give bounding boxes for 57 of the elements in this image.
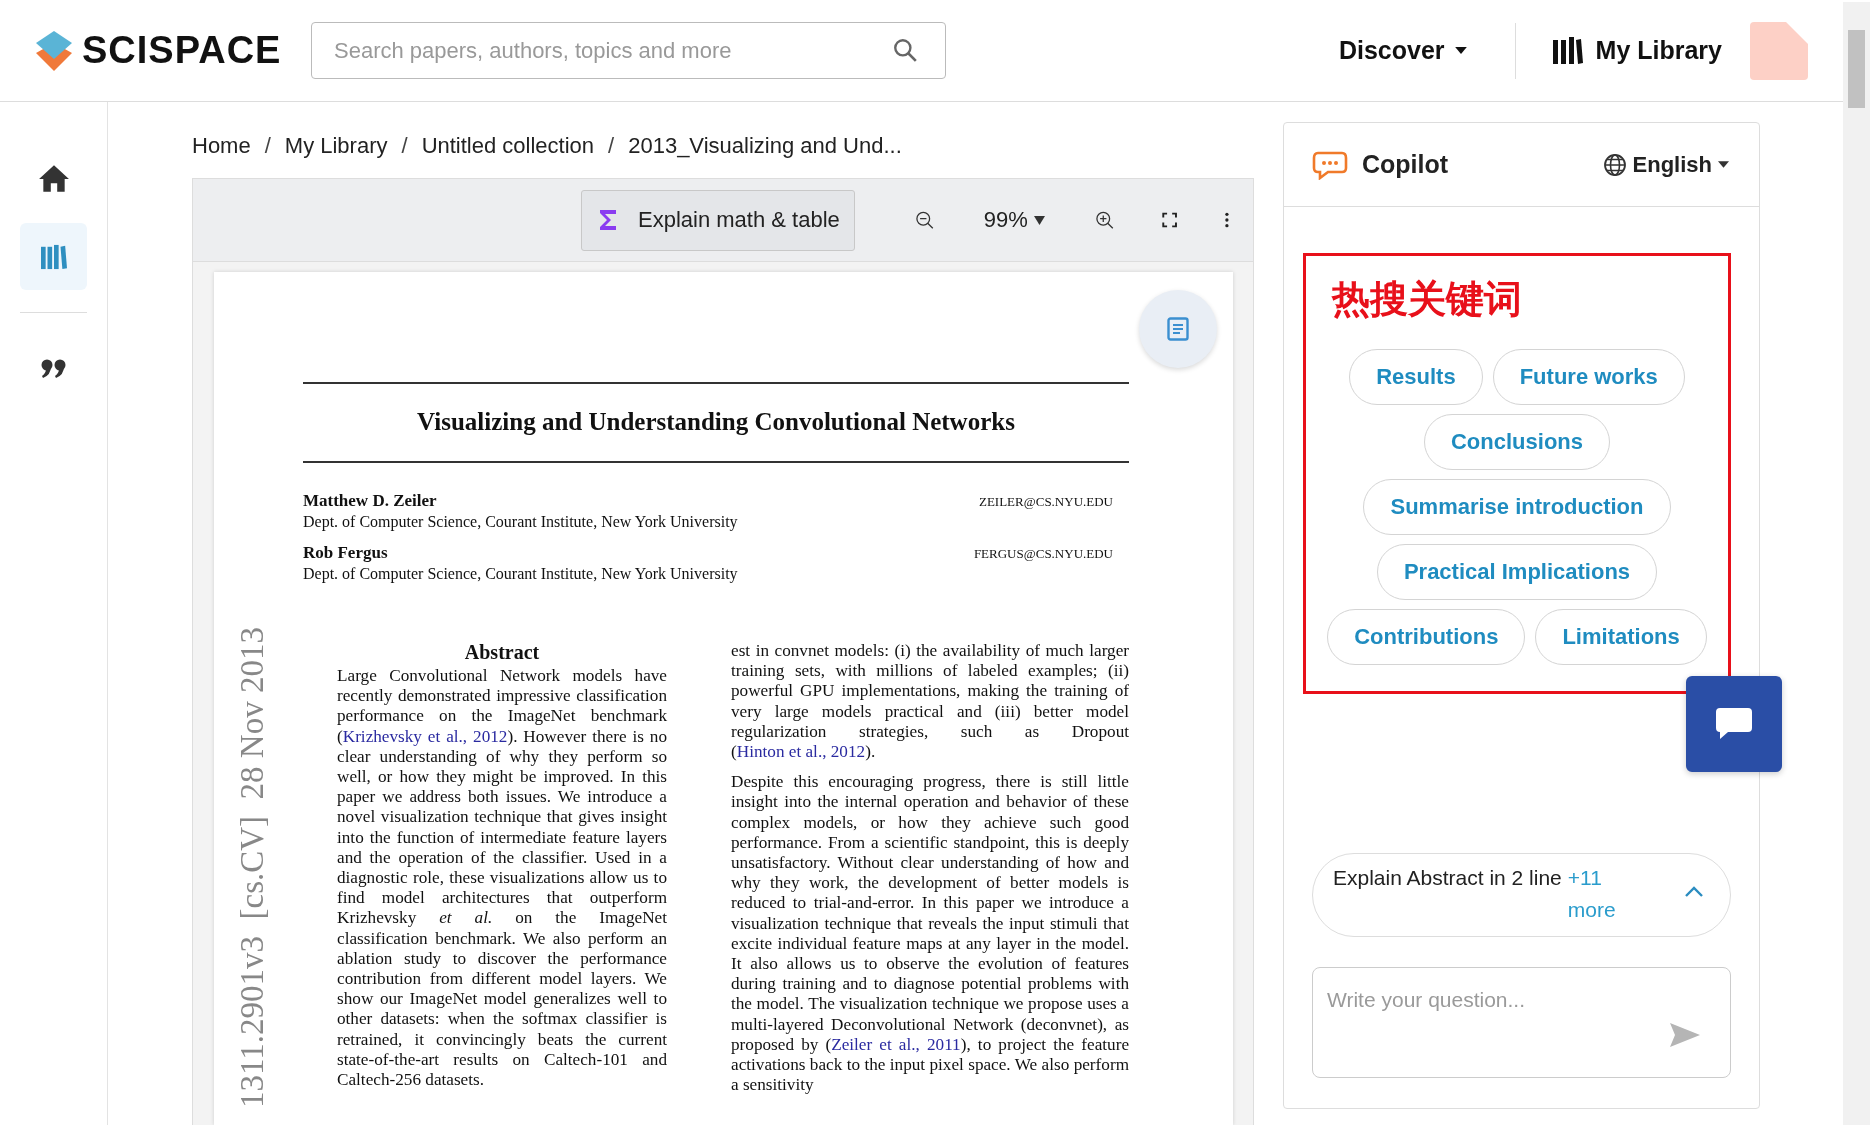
quote-icon bbox=[40, 358, 67, 379]
books-icon bbox=[39, 243, 68, 270]
question-field[interactable]: Write your question... bbox=[1312, 967, 1731, 1078]
author-name: Rob Fergus bbox=[303, 543, 388, 563]
paper-paragraph: Despite this encouraging progress, there is still little insight into the internal operation and behavior of these complex models, or how they achieve such good performance. From a scientific standpoint, this is deeply unsatisfactory. Without clear understanding of how and why they work, the development of better models is reduced to trial-and-error. In this paper we introduce a visualization technique that reveals the input stimuli that excite individual feature maps at any layer in the model. It also allows us to observe the evolution of features during training and to diagnose potential problems with the model. The visualization technique we propose uses a multi-layered Deconvolutional Network (deconvnet), as proposed by (Zeiler et al., 2011), to project the feature activations back to the input pixel space. We also perform a sensitivity bbox=[731, 772, 1129, 1096]
breadcrumb-link[interactable]: Home bbox=[192, 133, 251, 159]
citation-link[interactable]: Zeiler et al., 2011 bbox=[831, 1034, 961, 1054]
scrollbar[interactable] bbox=[1843, 2, 1870, 1125]
citation-link[interactable]: Hinton et al., 2012 bbox=[736, 742, 866, 761]
breadcrumb-link[interactable]: 2013_Visualizing and Und... bbox=[628, 133, 902, 159]
citation-link[interactable]: Krizhevsky et al., 2012 bbox=[342, 726, 508, 746]
breadcrumb-separator: / bbox=[401, 133, 408, 159]
author-affiliation: Dept. of Computer Science, Courant Institute, New York University bbox=[303, 565, 739, 583]
search-field[interactable]: Search papers, authors, topics and more bbox=[311, 22, 946, 79]
zoom-dropdown[interactable]: 99% bbox=[977, 206, 1051, 234]
document-icon bbox=[1167, 317, 1189, 341]
author-email: FERGUS@CS.NYU.EDU bbox=[973, 546, 1113, 562]
caret-icon bbox=[1033, 215, 1045, 225]
keyword-chip[interactable]: Future works bbox=[1492, 349, 1685, 405]
search-icon[interactable] bbox=[892, 37, 918, 63]
breadcrumb-separator: / bbox=[264, 133, 271, 159]
speech-bubble-icon bbox=[1312, 149, 1348, 180]
annotation-label: 热搜关键词 bbox=[1330, 276, 1523, 323]
books-icon[interactable] bbox=[1551, 35, 1584, 66]
abstract-heading: Abstract bbox=[463, 641, 541, 664]
language-dropdown[interactable]: English bbox=[1596, 150, 1735, 179]
keyword-chip[interactable]: Summarise introduction bbox=[1363, 479, 1671, 535]
paper-paragraph: Large Convolutional Network models have recently demonstrated impressive classification performance on the ImageNet benchmark (Krizhevsky et al., 2012). However there is no clear understanding of why they perform so well, or how they might be improved. In this paper we address both issues. We introduce a novel visualization technique that gives insight into the function of intermediate feature layers and the operation of the classifier. Used in a diagnostic role, these visualizations allow us to find model architectures that outperform Krizhevsky et al. on the ImageNet classification benchmark. We also perform an ablation study to discover the performance contribution from different model layers. We show our ImageNet model generalizes well to other datasets: when the softmax classifier is retrained, it convincingly beats the current state-of-the-art results on Caltech-101 and Caltech-256 datasets. bbox=[337, 666, 667, 1091]
author-name: Matthew D. Zeiler bbox=[303, 491, 437, 511]
logo-text[interactable]: SCISPACE bbox=[82, 29, 282, 72]
logo-icon bbox=[34, 28, 74, 73]
breadcrumb-link[interactable]: Untitled collection bbox=[421, 133, 595, 159]
breadcrumb-separator: / bbox=[608, 133, 615, 159]
arxiv-label: 1311.2901v3 [cs.CV] 28 Nov 2013 bbox=[234, 627, 271, 1110]
author-email: ZEILER@CS.NYU.EDU bbox=[978, 494, 1113, 510]
globe-icon bbox=[1602, 152, 1627, 177]
keyword-chip[interactable]: Practical Implications bbox=[1376, 544, 1658, 600]
discover-menu[interactable]: Discover bbox=[1334, 32, 1471, 69]
explain-button[interactable]: Explain math & table bbox=[581, 189, 855, 251]
breadcrumb-link[interactable]: My Library bbox=[284, 133, 388, 159]
my-library-link[interactable]: My Library bbox=[1595, 36, 1722, 65]
paper-title: Visualizing and Understanding Convolutional Networks bbox=[416, 407, 1016, 437]
chevron-icon[interactable] bbox=[1684, 886, 1704, 898]
suggestion-text: Explain Abstract in 2 line bbox=[1333, 866, 1562, 890]
keyword-chip[interactable]: Limitations bbox=[1535, 609, 1707, 665]
sigma-icon bbox=[598, 208, 618, 232]
keyword-chip[interactable]: Conclusions bbox=[1424, 414, 1610, 470]
author-affiliation: Dept. of Computer Science, Courant Institute, New York University bbox=[303, 513, 739, 531]
chat-icon bbox=[1714, 706, 1754, 742]
caret-icon bbox=[1718, 161, 1729, 168]
keyword-chip[interactable]: Contributions bbox=[1327, 609, 1526, 665]
summary-button[interactable] bbox=[1139, 290, 1217, 368]
paper-paragraph: est in convnet models: (i) the availability of much larger training sets, with millions of labeled examples; (ii) powerful GPU implementations, making the training of very large models practical and (iii) better model regularization strategies, such as Dropout (Hinton et al., 2012). bbox=[731, 641, 1129, 763]
chat-button[interactable] bbox=[1686, 676, 1782, 772]
caret-icon bbox=[1454, 47, 1467, 54]
panel-title: Copilot bbox=[1362, 150, 1449, 179]
keyword-chip[interactable]: Results bbox=[1349, 349, 1483, 405]
